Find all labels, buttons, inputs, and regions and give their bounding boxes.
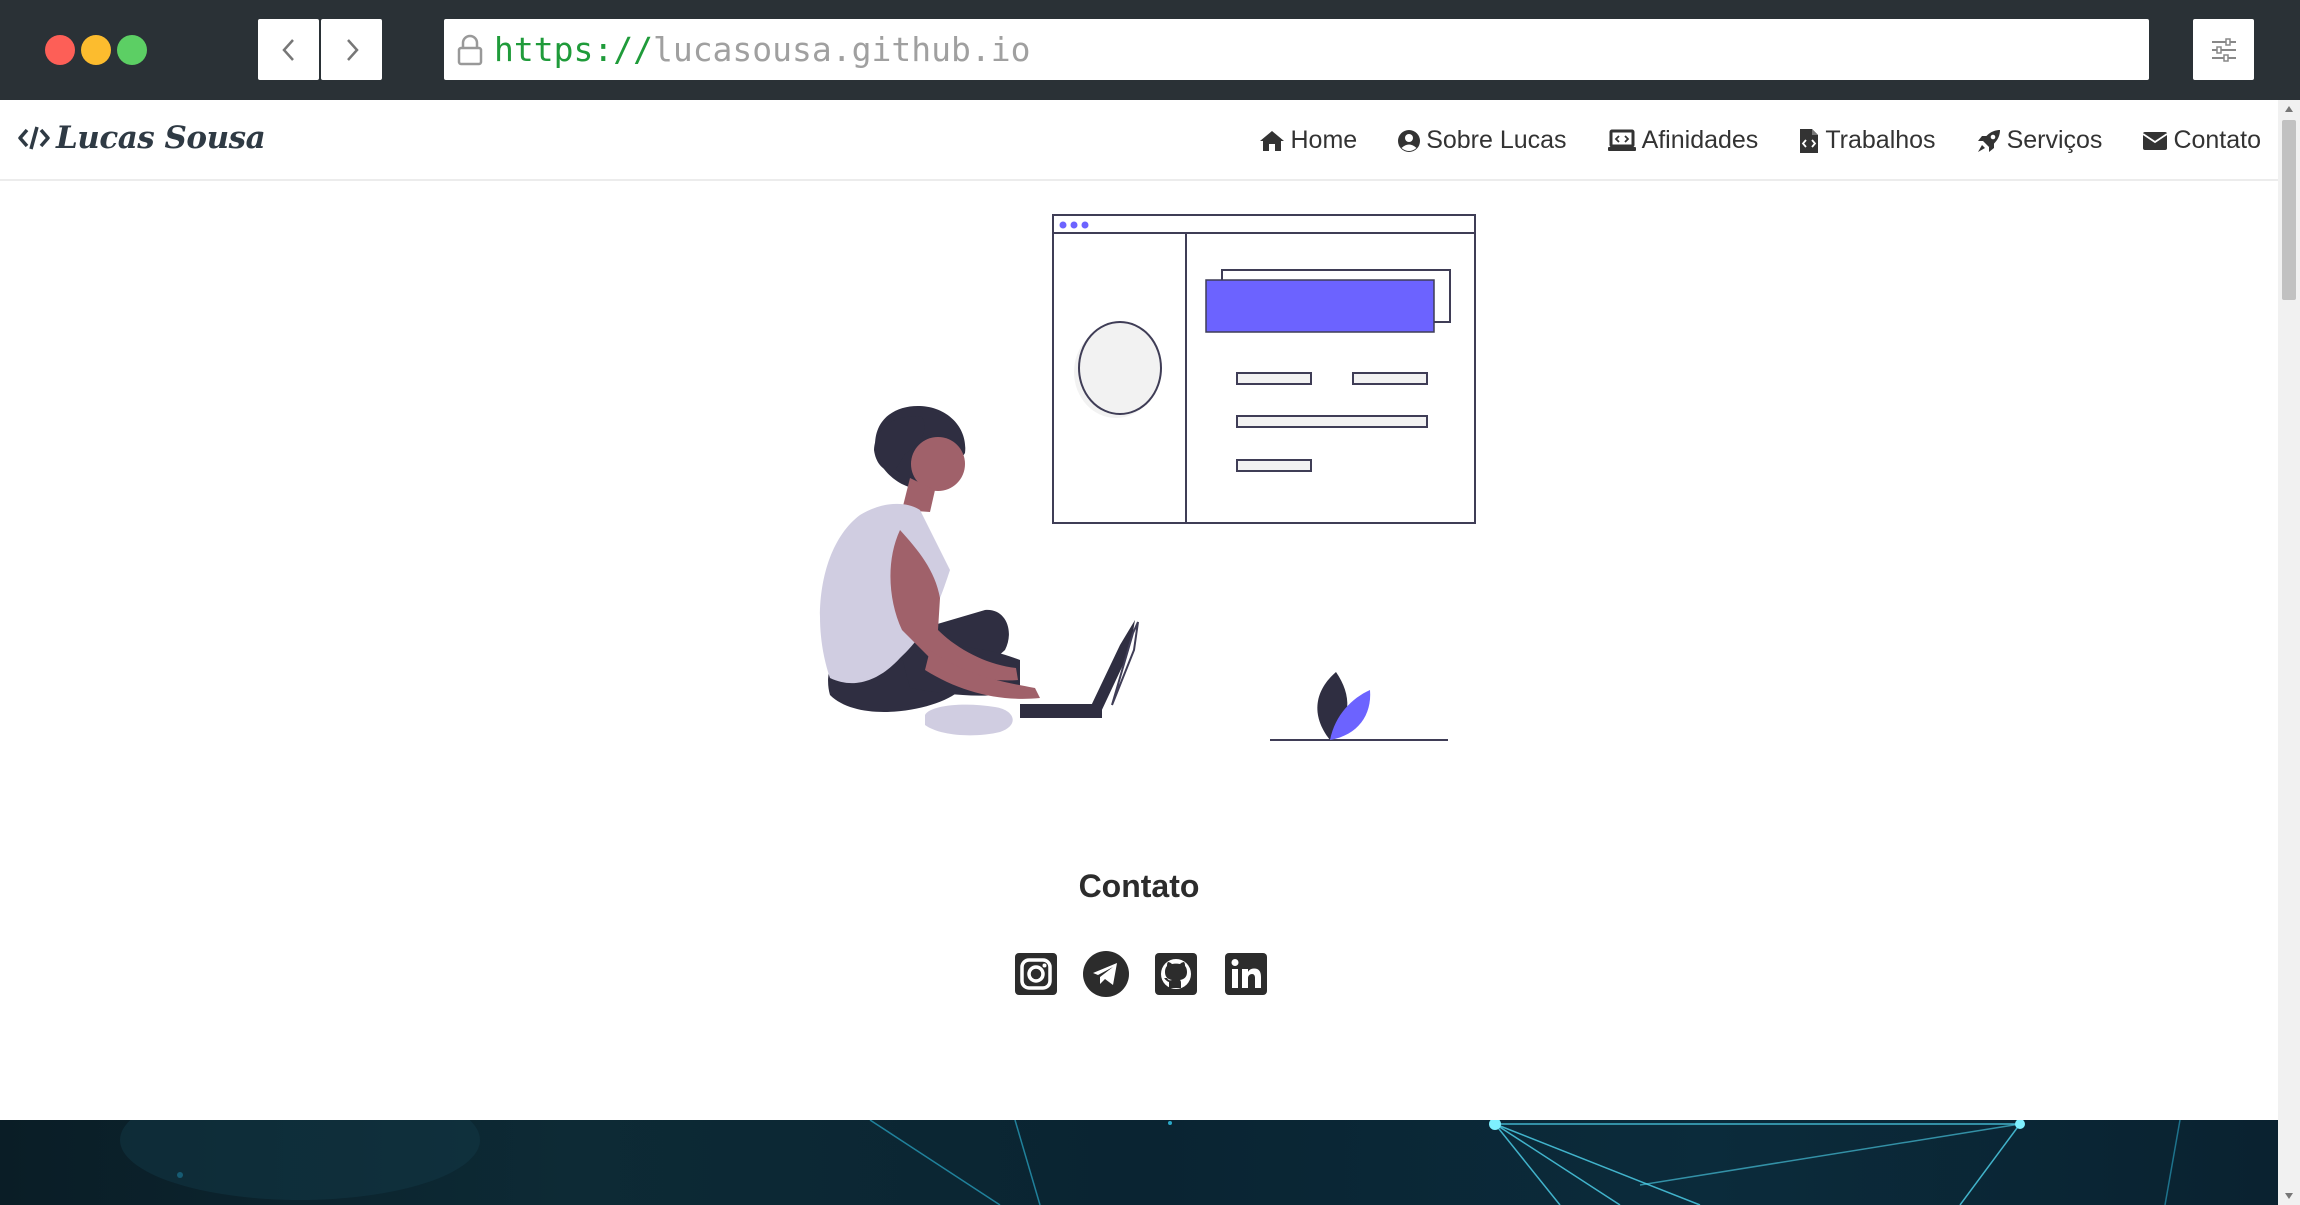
scrollbar-thumb[interactable] [2282,120,2296,300]
forward-arrow-icon [346,38,359,61]
nav-item-servicos[interactable]: Serviços [1976,126,2103,155]
linkedin-link[interactable] [1222,950,1270,998]
nav-item-home[interactable]: Home [1258,126,1358,155]
close-window-button[interactable] [45,35,75,65]
telegram-link[interactable] [1082,950,1130,998]
plant-graphic [1270,672,1448,741]
instagram-icon [1015,953,1057,995]
nav-item-afinidades[interactable]: Afinidades [1607,126,1759,155]
browser-toolbar: https://lucasousa.github.io [0,0,2300,100]
contact-heading: Contato [1078,868,1200,904]
nav-item-label: Trabalhos [1825,126,1936,154]
footer-network-banner [0,1120,2278,1205]
home-icon [1259,130,1284,151]
nav-item-label: Home [1290,126,1358,154]
brand-name: Lucas Sousa [56,120,266,156]
instagram-link[interactable] [1012,950,1060,998]
file-code-icon [1800,128,1819,153]
page-scrollbar[interactable] [2278,100,2300,1205]
laptop-code-icon [1607,129,1636,151]
minimize-window-button[interactable] [81,35,111,65]
github-icon [1155,953,1197,995]
nav-item-label: Contato [2173,126,2261,154]
nav-item-label: Sobre Lucas [1426,126,1567,154]
envelope-icon [2142,131,2168,150]
website-mockup-graphic [1052,214,1476,524]
social-links [1012,950,1270,998]
settings-button[interactable] [2193,19,2254,80]
nav-item-contato[interactable]: Contato [2142,126,2261,155]
back-button[interactable] [258,19,319,80]
user-circle-icon [1398,129,1421,152]
site-navbar: Lucas Sousa Home Sobre Lucas Afinidades … [0,100,2278,181]
sliders-icon [2211,37,2236,62]
scroll-down-arrow-icon[interactable] [2278,1187,2300,1205]
rocket-icon [1977,129,2000,152]
brand-link[interactable]: Lucas Sousa [18,120,266,156]
address-bar[interactable]: https://lucasousa.github.io [444,19,2149,80]
lock-icon [456,34,484,66]
linkedin-icon [1225,953,1267,995]
code-icon [18,125,50,151]
scroll-up-arrow-icon[interactable] [2278,100,2300,118]
forward-button[interactable] [321,19,382,80]
nav-menu: Home Sobre Lucas Afinidades Trabalhos Se… [1218,100,2261,181]
url-host: lucasousa.github.io [652,30,1031,69]
telegram-icon [1083,951,1129,997]
nav-item-sobre[interactable]: Sobre Lucas [1397,126,1567,155]
nav-item-trabalhos[interactable]: Trabalhos [1798,126,1936,155]
url-scheme: https:// [494,30,653,69]
nav-item-label: Serviços [2006,126,2103,154]
github-link[interactable] [1152,950,1200,998]
maximize-window-button[interactable] [117,35,147,65]
nav-item-label: Afinidades [1641,126,1759,154]
hero-illustration [790,210,1490,774]
back-arrow-icon [281,38,294,61]
